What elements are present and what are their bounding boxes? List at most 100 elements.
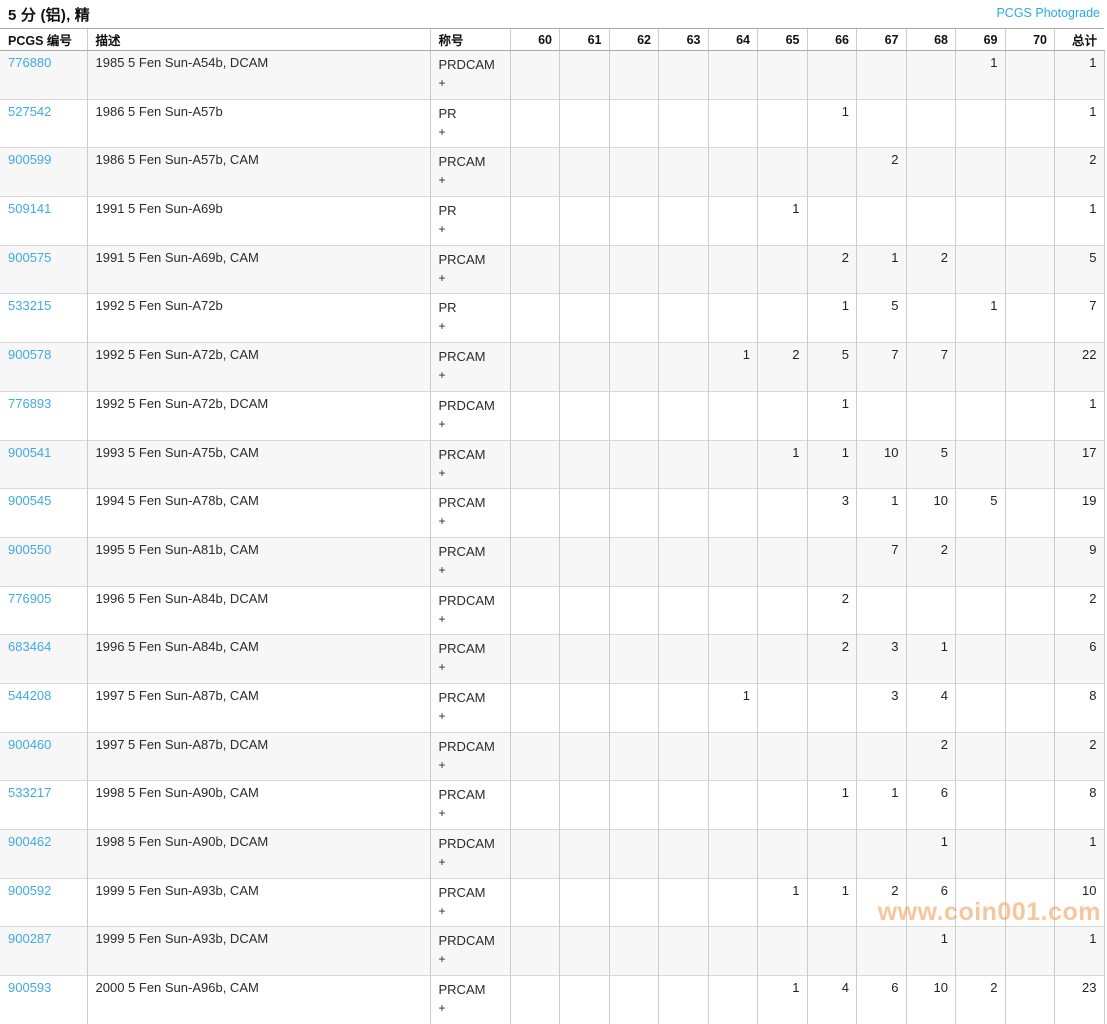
grade-66-cell: 3 <box>807 489 857 538</box>
grade-67-cell <box>857 197 907 246</box>
grade-68-cell: 1 <box>906 927 956 976</box>
grade-69-cell <box>956 878 1006 927</box>
pcgs-number-link[interactable]: 900593 <box>8 980 51 995</box>
grade-66-cell: 1 <box>807 391 857 440</box>
designation-cell: PRCAM + <box>430 683 510 732</box>
pcgs-number-link[interactable]: 533215 <box>8 298 51 313</box>
grade-69-cell <box>956 245 1006 294</box>
grade-60-cell <box>510 51 560 100</box>
grade-67-cell <box>857 391 907 440</box>
designation-label: PRCAM <box>439 641 486 656</box>
description-cell: 1992 5 Fen Sun-A72b <box>87 294 430 343</box>
grade-66-cell: 2 <box>807 635 857 684</box>
total-cell: 1 <box>1055 197 1105 246</box>
grade-60-cell <box>510 635 560 684</box>
grade-62-cell <box>609 245 659 294</box>
grade-61-cell <box>560 489 610 538</box>
pcgs-number-link[interactable]: 900287 <box>8 931 51 946</box>
grade-63-cell <box>659 440 709 489</box>
grade-65-cell: 1 <box>758 197 808 246</box>
description-cell: 1997 5 Fen Sun-A87b, CAM <box>87 683 430 732</box>
pcgs-number-link[interactable]: 900541 <box>8 445 51 460</box>
grade-64-cell <box>708 927 758 976</box>
pcgs-number-link[interactable]: 900460 <box>8 737 51 752</box>
grade-66-cell: 5 <box>807 343 857 392</box>
grade-62-cell <box>609 148 659 197</box>
designation-label: PRCAM <box>439 544 486 559</box>
pcgs-number-link[interactable]: 900599 <box>8 152 51 167</box>
grade-62-cell <box>609 391 659 440</box>
grade-63-cell <box>659 391 709 440</box>
pcgs-number-link[interactable]: 544208 <box>8 688 51 703</box>
pcgs-number-cell: 900599 <box>0 148 87 197</box>
grade-66-cell: 4 <box>807 976 857 1024</box>
pcgs-number-link[interactable]: 533217 <box>8 785 51 800</box>
grade-66-cell <box>807 51 857 100</box>
grade-69-cell <box>956 781 1006 830</box>
designation-plus: + <box>439 269 510 288</box>
table-header-row: PCGS 编号 描述 称号 6061626364656667686970总计 <box>0 29 1104 51</box>
pcgs-number-link[interactable]: 900578 <box>8 347 51 362</box>
grade-70-cell <box>1005 635 1055 684</box>
pcgs-number-cell: 900592 <box>0 878 87 927</box>
grade-69-cell <box>956 391 1006 440</box>
designation-plus: + <box>439 561 510 580</box>
pcgs-number-link[interactable]: 509141 <box>8 201 51 216</box>
grade-60-cell <box>510 732 560 781</box>
grade-67-cell: 7 <box>857 537 907 586</box>
grade-69-cell <box>956 148 1006 197</box>
designation-cell: PRDCAM + <box>430 586 510 635</box>
pcgs-number-link[interactable]: 900550 <box>8 542 51 557</box>
table-row: 900460 1997 5 Fen Sun-A87b, DCAM PRDCAM … <box>0 732 1104 781</box>
designation-cell: PRCAM + <box>430 440 510 489</box>
total-cell: 8 <box>1055 781 1105 830</box>
grade-67-cell: 3 <box>857 635 907 684</box>
pcgs-number-link[interactable]: 776880 <box>8 55 51 70</box>
grade-68-cell: 6 <box>906 878 956 927</box>
column-header-description: 描述 <box>87 29 430 51</box>
grade-60-cell <box>510 586 560 635</box>
grade-63-cell <box>659 537 709 586</box>
grade-68-cell <box>906 586 956 635</box>
pcgs-photograde-link[interactable]: PCGS Photograde <box>996 6 1100 20</box>
table-row: 900462 1998 5 Fen Sun-A90b, DCAM PRDCAM … <box>0 830 1104 879</box>
designation-cell: PRDCAM + <box>430 51 510 100</box>
grade-63-cell <box>659 245 709 294</box>
grade-61-cell <box>560 586 610 635</box>
column-header-grade-60: 60 <box>510 29 560 51</box>
grade-60-cell <box>510 294 560 343</box>
pcgs-number-cell: 533217 <box>0 781 87 830</box>
pcgs-number-link[interactable]: 776893 <box>8 396 51 411</box>
pop-table-body: 776880 1985 5 Fen Sun-A54b, DCAM PRDCAM … <box>0 51 1104 1024</box>
grade-69-cell <box>956 927 1006 976</box>
grade-70-cell <box>1005 732 1055 781</box>
pcgs-number-link[interactable]: 900575 <box>8 250 51 265</box>
table-row: 900592 1999 5 Fen Sun-A93b, CAM PRCAM + … <box>0 878 1104 927</box>
grade-63-cell <box>659 927 709 976</box>
designation-label: PRCAM <box>439 690 486 705</box>
grade-63-cell <box>659 148 709 197</box>
grade-64-cell <box>708 148 758 197</box>
grade-64-cell <box>708 586 758 635</box>
grade-67-cell: 2 <box>857 148 907 197</box>
pcgs-number-link[interactable]: 900545 <box>8 493 51 508</box>
grade-66-cell: 1 <box>807 294 857 343</box>
pcgs-number-link[interactable]: 900462 <box>8 834 51 849</box>
pcgs-number-link[interactable]: 527542 <box>8 104 51 119</box>
grade-61-cell <box>560 99 610 148</box>
pcgs-number-link[interactable]: 776905 <box>8 591 51 606</box>
grade-65-cell <box>758 586 808 635</box>
grade-61-cell <box>560 51 610 100</box>
grade-67-cell: 10 <box>857 440 907 489</box>
designation-cell: PRCAM + <box>430 537 510 586</box>
pcgs-number-link[interactable]: 900592 <box>8 883 51 898</box>
grade-67-cell <box>857 51 907 100</box>
pcgs-number-link[interactable]: 683464 <box>8 639 51 654</box>
grade-68-cell <box>906 391 956 440</box>
grade-66-cell: 2 <box>807 586 857 635</box>
grade-65-cell <box>758 635 808 684</box>
grade-69-cell <box>956 586 1006 635</box>
grade-70-cell <box>1005 830 1055 879</box>
grade-67-cell <box>857 586 907 635</box>
designation-label: PRCAM <box>439 495 486 510</box>
